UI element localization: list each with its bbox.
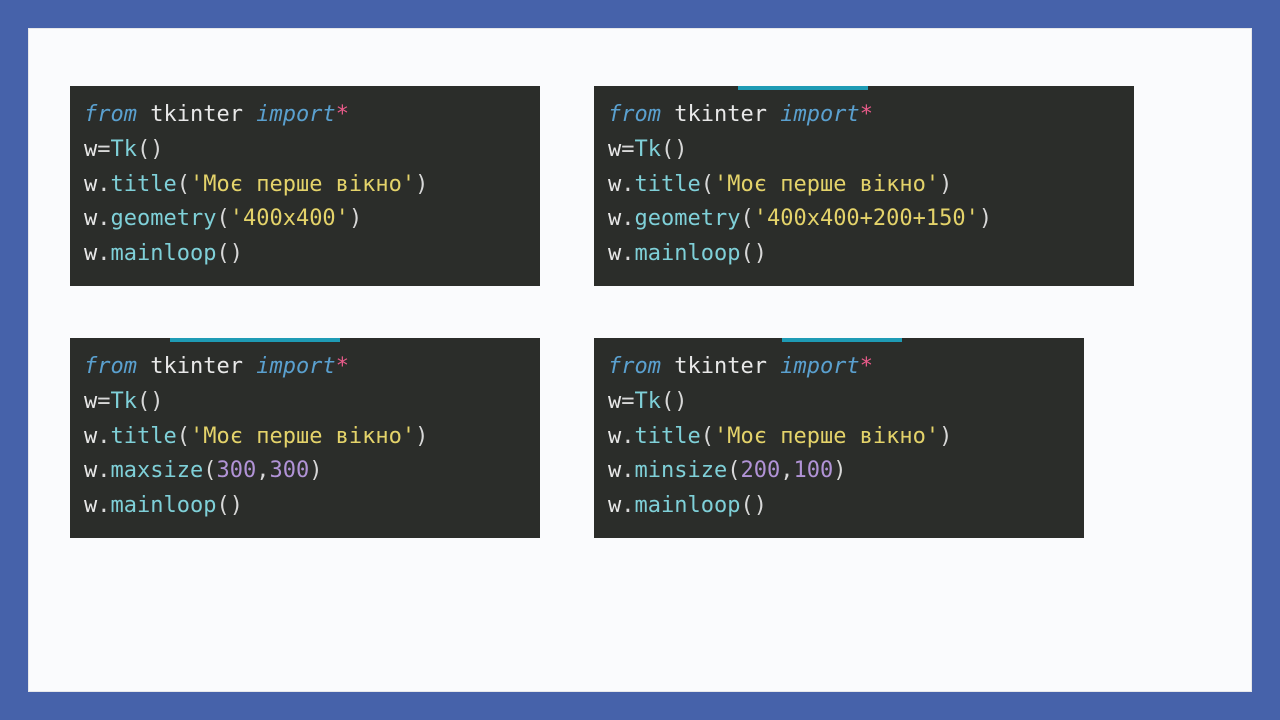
code-content: from tkinter import* w=Tk() w.title('Моє…: [84, 350, 526, 524]
code-block-accent: [170, 338, 340, 342]
slide-canvas: from tkinter import* w=Tk() w.title('Моє…: [28, 28, 1252, 692]
code-content: from tkinter import* w=Tk() w.title('Моє…: [84, 98, 526, 272]
code-block-accent: [782, 338, 902, 342]
code-content: from tkinter import* w=Tk() w.title('Моє…: [608, 98, 1120, 272]
code-content: from tkinter import* w=Tk() w.title('Моє…: [608, 350, 1070, 524]
code-block-bottom-left: from tkinter import* w=Tk() w.title('Моє…: [70, 338, 540, 538]
code-block-top-left: from tkinter import* w=Tk() w.title('Моє…: [70, 86, 540, 286]
code-block-accent: [738, 86, 868, 90]
code-block-top-right: from tkinter import* w=Tk() w.title('Моє…: [594, 86, 1134, 286]
code-block-bottom-right: from tkinter import* w=Tk() w.title('Моє…: [594, 338, 1084, 538]
